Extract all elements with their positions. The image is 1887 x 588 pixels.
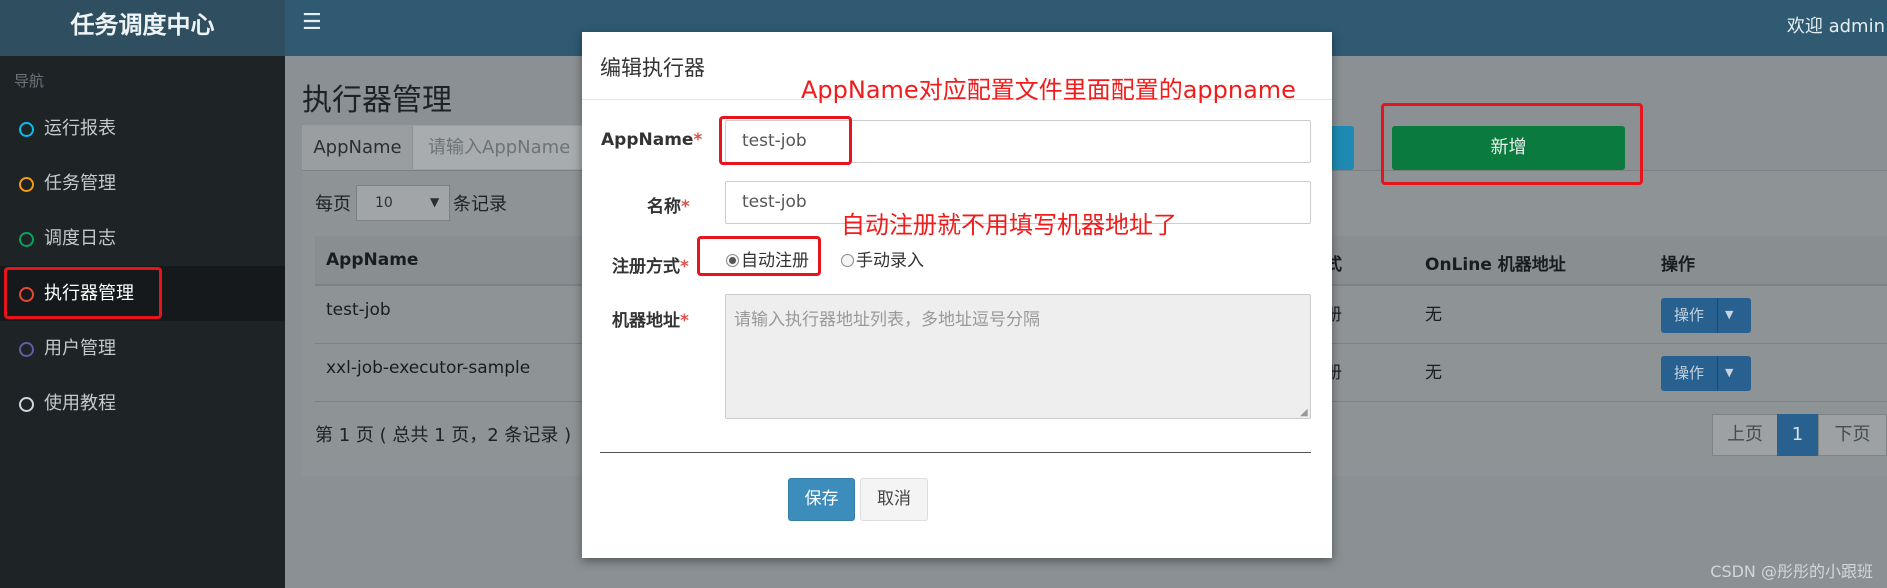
required-mark: * <box>680 257 689 277</box>
annotation-box-auto-register <box>697 236 821 276</box>
page-info: 第 1 页 ( 总共 1 页，2 条记录 ) <box>315 425 572 446</box>
pager-next[interactable]: 下页 <box>1818 414 1887 456</box>
column-header: 操作 <box>1661 255 1695 275</box>
sidebar-item-tutorial[interactable]: 使用教程 <box>0 376 285 431</box>
caret-down-icon: ▼ <box>1725 366 1734 379</box>
search-input[interactable]: 请输入AppName <box>428 126 570 169</box>
pager-current[interactable]: 1 <box>1777 414 1818 456</box>
page-size-suffix: 条记录 <box>453 194 507 215</box>
page-title: 执行器管理 <box>302 83 452 118</box>
caret-down-icon: ▼ <box>1725 308 1734 321</box>
menu-toggle-icon[interactable]: ☰ <box>302 10 322 35</box>
pager-prev[interactable]: 上页 <box>1712 414 1778 456</box>
appname-label: AppName* <box>601 130 702 150</box>
modal-title: 编辑执行器 <box>600 56 705 80</box>
circle-icon <box>19 232 34 247</box>
column-header: AppName <box>326 250 419 270</box>
annotation-note-auto: 自动注册就不用填写机器地址了 <box>841 211 1177 239</box>
required-mark: * <box>693 130 703 150</box>
annotation-box-add <box>1381 103 1643 185</box>
watermark: CSDN @彤彤的小跟班 <box>1710 562 1873 581</box>
sidebar-item-label: 用户管理 <box>44 338 116 359</box>
sidebar-header: 导航 <box>14 72 45 90</box>
modal-divider <box>600 452 1311 453</box>
row-action-dropdown[interactable]: 操作 ▼ <box>1661 356 1751 391</box>
label-text: 注册方式 <box>612 257 680 277</box>
action-label: 操作 <box>1661 356 1718 391</box>
resize-grip-icon[interactable]: ◢ <box>1300 407 1308 418</box>
circle-icon <box>19 397 34 412</box>
annotation-box-appname <box>719 116 852 165</box>
label-text: 机器地址 <box>612 311 680 331</box>
annotation-note-appname: AppName对应配置文件里面配置的appname <box>801 76 1296 104</box>
name-label: 名称* <box>647 192 690 217</box>
required-mark: * <box>681 197 690 217</box>
address-textarea[interactable]: 请输入执行器地址列表，多地址逗号分隔 <box>725 294 1311 419</box>
sidebar-item-logs[interactable]: 调度日志 <box>0 211 285 266</box>
required-mark: * <box>680 311 689 331</box>
cell-online: 无 <box>1425 363 1442 383</box>
page-size-label: 每页 <box>315 194 351 215</box>
sidebar-item-label: 调度日志 <box>44 228 116 249</box>
cell-appname: xxl-job-executor-sample <box>326 358 531 378</box>
sidebar-item-label: 运行报表 <box>44 118 116 139</box>
sidebar-item-reports[interactable]: 运行报表 <box>0 101 285 156</box>
label-text: AppName <box>601 130 694 150</box>
row-action-dropdown[interactable]: 操作 ▼ <box>1661 298 1751 333</box>
sidebar-item-label: 使用教程 <box>44 393 116 414</box>
radio-label: 手动录入 <box>856 251 924 271</box>
sidebar-item-jobs[interactable]: 任务管理 <box>0 156 285 211</box>
save-button[interactable]: 保存 <box>788 478 855 521</box>
label-text: 名称 <box>647 197 681 217</box>
caret-down-icon: ▼ <box>430 195 440 209</box>
circle-icon <box>19 342 34 357</box>
radio-manual-entry[interactable]: 手动录入 <box>841 246 924 271</box>
sidebar-item-label: 任务管理 <box>44 173 116 194</box>
radio-unchecked-icon <box>841 254 854 267</box>
search-addon: AppName <box>303 126 413 169</box>
column-header: OnLine 机器地址 <box>1425 255 1566 275</box>
circle-icon <box>19 177 34 192</box>
action-label: 操作 <box>1661 298 1718 333</box>
circle-icon <box>19 122 34 137</box>
registration-label: 注册方式* <box>612 252 689 277</box>
cell-online: 无 <box>1425 305 1442 325</box>
annotation-box-sidebar <box>4 267 162 319</box>
cancel-button[interactable]: 取消 <box>860 478 928 521</box>
app-logo-title: 任务调度中心 <box>0 0 285 56</box>
address-label: 机器地址* <box>612 306 689 331</box>
sidebar-item-users[interactable]: 用户管理 <box>0 321 285 376</box>
welcome-user[interactable]: 欢迎 admin <box>1787 12 1885 38</box>
cell-appname: test-job <box>326 300 391 320</box>
